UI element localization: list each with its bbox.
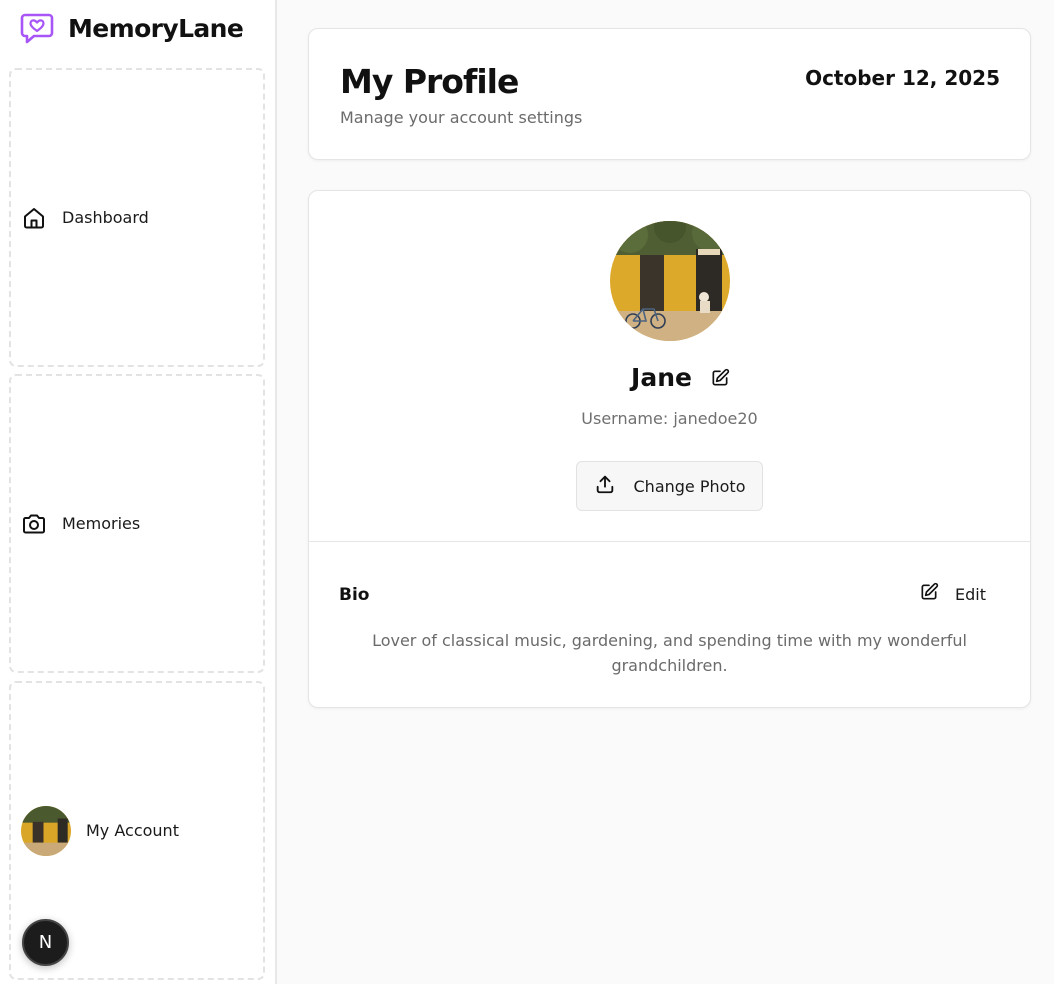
edit-bio-button[interactable]: Edit (919, 582, 986, 606)
badge-label: N (38, 932, 53, 953)
profile-name-row: Jane (309, 363, 1030, 392)
camera-icon (21, 511, 47, 537)
username: Username: janedoe20 (581, 409, 758, 428)
bio-heading: Bio (339, 585, 370, 605)
sidebar: MemoryLane Dashboard Memories My Account… (0, 0, 277, 984)
dev-tools-badge[interactable]: N (22, 919, 69, 966)
page-title: My Profile (340, 62, 519, 101)
home-icon (21, 205, 47, 231)
edit-bio-label: Edit (955, 584, 986, 604)
edit-name-icon[interactable] (708, 366, 732, 390)
heart-chat-icon (20, 13, 54, 44)
profile-photo (610, 221, 730, 341)
avatar (21, 805, 71, 856)
change-photo-button[interactable]: Change Photo (576, 461, 763, 511)
sidebar-item-memories[interactable]: Memories (9, 374, 265, 673)
bio-text: Lover of classical music, gardening, and… (372, 631, 967, 675)
profile-card: Jane Username: janedoe20 Change Photo Bi… (308, 190, 1031, 708)
page-subtitle: Manage your account settings (340, 108, 583, 127)
divider (309, 541, 1030, 542)
sidebar-item-dashboard[interactable]: Dashboard (9, 68, 265, 367)
brand[interactable]: MemoryLane (20, 10, 244, 46)
profile-name: Jane (631, 363, 692, 392)
change-photo-label: Change Photo (633, 476, 746, 496)
edit-icon (919, 582, 939, 606)
upload-icon (594, 473, 616, 499)
page-header: My Profile Manage your account settings … (308, 28, 1031, 160)
app-name: MemoryLane (68, 13, 244, 43)
sidebar-item-label: My Account (86, 821, 179, 840)
current-date: October 12, 2025 (805, 66, 1000, 90)
sidebar-item-label: Dashboard (62, 208, 149, 227)
sidebar-item-label: Memories (62, 514, 141, 533)
